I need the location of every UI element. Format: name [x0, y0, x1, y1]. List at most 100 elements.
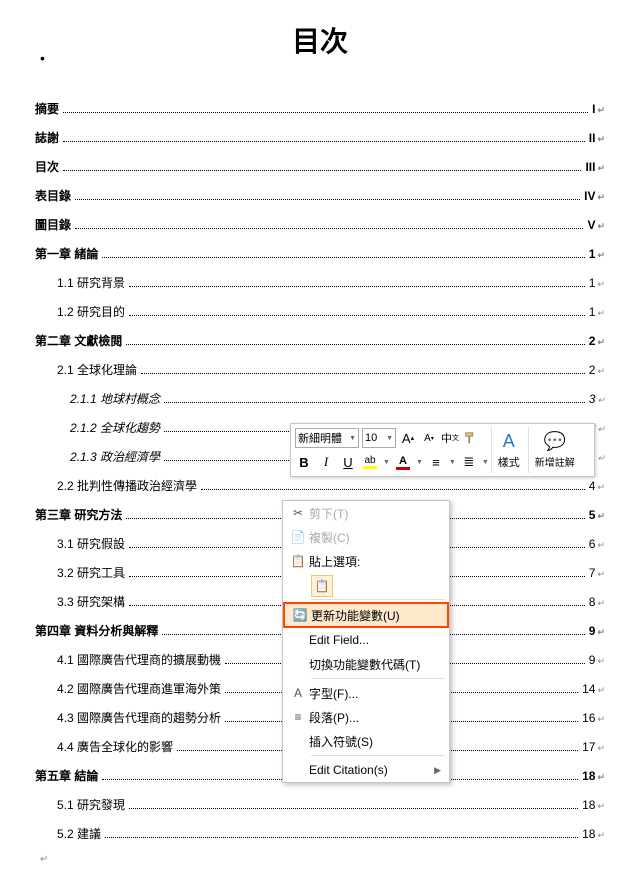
toc-line[interactable]: 5.1 研究發現18↵	[35, 796, 605, 813]
toc-label: 2.1.1 地球村概念	[70, 390, 160, 407]
toc-label: 圖目錄	[35, 216, 71, 233]
font-color-button[interactable]: A	[394, 452, 412, 472]
toc-leader-dots	[63, 141, 585, 142]
toc-line[interactable]: 1.2 研究目的1↵	[35, 303, 605, 320]
toc-line[interactable]: 第二章 文獻檢閱2↵	[35, 332, 605, 349]
underline-button[interactable]: U	[339, 452, 357, 472]
paste-keep-formatting[interactable]: 📋	[311, 575, 333, 597]
toc-label: 5.1 研究發現	[57, 796, 125, 813]
toc-label: 2.2 批判性傳播政治經濟學	[57, 477, 197, 494]
toc-page-number: 7	[589, 566, 596, 580]
toc-leader-dots	[129, 286, 585, 287]
menu-edit-field[interactable]: Edit Field...	[283, 628, 449, 652]
font-name-value: 新細明體	[298, 430, 342, 446]
menu-symbol-label: 插入符號(S)	[309, 733, 441, 750]
toc-line[interactable]: 2.1 全球化理論2↵	[35, 361, 605, 378]
toc-label: 5.2 建議	[57, 825, 101, 842]
paragraph-mark-icon: ↵	[597, 482, 605, 493]
comment-icon: 💬	[544, 431, 566, 452]
comment-label: 新增註解	[535, 454, 575, 469]
toc-page-number: 14	[582, 682, 595, 696]
toc-line[interactable]: 摘要I↵	[35, 100, 605, 117]
toc-label: 誌謝	[35, 129, 59, 146]
bullet-list-button[interactable]: ≡	[427, 452, 445, 472]
menu-update-field[interactable]: 🔄 更新功能變數(U)	[283, 602, 449, 628]
toc-leader-dots	[201, 489, 585, 490]
styles-button[interactable]: A 樣式	[491, 427, 526, 473]
menu-cut[interactable]: ✂ 剪下(T)	[283, 501, 449, 525]
menu-font[interactable]: A 字型(F)...	[283, 681, 449, 705]
new-comment-button[interactable]: 💬 新增註解	[528, 427, 581, 473]
toc-page-number: I	[592, 102, 595, 116]
paragraph-mark-icon: ↵	[597, 279, 605, 290]
toc-leader-dots	[141, 373, 585, 374]
chevron-down-icon[interactable]: ▼	[416, 459, 423, 466]
toc-page-number: 1	[589, 276, 596, 290]
toc-label: 摘要	[35, 100, 59, 117]
toc-line[interactable]: 誌謝II↵	[35, 129, 605, 146]
paragraph-mark: •	[40, 50, 45, 66]
paragraph-mark-icon: ↵	[597, 366, 605, 377]
paragraph-mark-icon: ↵	[597, 627, 605, 638]
menu-insert-symbol[interactable]: 插入符號(S)	[283, 729, 449, 753]
toc-label: 4.4 廣告全球化的影響	[57, 738, 173, 755]
toc-page-number: III	[585, 160, 595, 174]
paragraph-mark-icon: ↵	[597, 337, 605, 348]
font-size-select[interactable]: 10 ▼	[362, 428, 396, 448]
chevron-down-icon[interactable]: ▼	[449, 459, 456, 466]
paragraph-mark-icon: ↵	[597, 453, 605, 464]
menu-toggle-codes-label: 切換功能變數代碼(T)	[309, 656, 441, 673]
paragraph-mark-icon: ↵	[597, 830, 605, 841]
chevron-right-icon: ▶	[434, 765, 441, 776]
page-title: 目次	[20, 20, 620, 60]
toc-page-number: 1	[589, 247, 596, 261]
toc-label: 1.2 研究目的	[57, 303, 125, 320]
toc-line[interactable]: 第一章 緒論 1↵	[35, 245, 605, 262]
toc-line[interactable]: 目次III↵	[35, 158, 605, 175]
menu-separator	[311, 599, 445, 600]
context-menu: ✂ 剪下(T) 📄 複製(C) 📋 貼上選項: 📋 🔄 更新功能變數(U) Ed…	[282, 500, 450, 783]
toc-line[interactable]: 表目錄IV↵	[35, 187, 605, 204]
toc-line[interactable]: 圖目錄V↵	[35, 216, 605, 233]
toc-page-number: 4	[589, 479, 596, 493]
font-name-select[interactable]: 新細明體 ▼	[295, 428, 359, 448]
font-icon: A	[287, 686, 309, 700]
highlight-color-button[interactable]: ab	[361, 452, 379, 472]
chevron-down-icon[interactable]: ▼	[383, 459, 390, 466]
toc-page-number: 3	[589, 392, 596, 406]
paragraph-mark-icon: ↵	[597, 250, 605, 261]
menu-edit-citations[interactable]: Edit Citation(s) ▶	[283, 758, 449, 782]
toc-line[interactable]: 5.2 建議18↵	[35, 825, 605, 842]
toc-page-number: 1	[589, 305, 596, 319]
toc-line[interactable]: 2.2 批判性傳播政治經濟學 4↵	[35, 477, 605, 494]
bold-button[interactable]: B	[295, 452, 313, 472]
italic-button[interactable]: I	[317, 452, 335, 472]
shrink-font-button[interactable]: A▾	[420, 428, 438, 448]
menu-cut-label: 剪下(T)	[309, 505, 441, 522]
clipboard-icon: 📋	[287, 554, 309, 568]
toc-line[interactable]: 2.1.1 地球村概念3↵	[35, 390, 605, 407]
toc-label: 2.1.2 全球化趨勢	[70, 419, 160, 436]
grow-font-button[interactable]: A▴	[399, 428, 417, 448]
toc-label: 第一章 緒論	[35, 245, 98, 262]
menu-paragraph[interactable]: ≡ 段落(P)...	[283, 705, 449, 729]
menu-copy[interactable]: 📄 複製(C)	[283, 525, 449, 549]
numbered-list-button[interactable]: ≣	[460, 452, 478, 472]
toc-line[interactable]: 1.1 研究背景1↵	[35, 274, 605, 291]
paragraph-icon: ≡	[287, 710, 309, 724]
toc-page-number: 8	[589, 595, 596, 609]
toc-leader-dots	[129, 315, 585, 316]
menu-citations-label: Edit Citation(s)	[309, 763, 434, 777]
chevron-down-icon[interactable]: ▼	[482, 459, 489, 466]
menu-toggle-field-codes[interactable]: 切換功能變數代碼(T)	[283, 652, 449, 676]
phonetic-guide-button[interactable]: 中文	[441, 428, 459, 448]
menu-edit-field-label: Edit Field...	[309, 633, 441, 647]
toc-leader-dots	[63, 112, 588, 113]
format-painter-button[interactable]	[462, 428, 480, 448]
menu-paste-label: 貼上選項:	[309, 553, 441, 570]
paragraph-mark-icon: ↵	[597, 598, 605, 609]
paragraph-mark-icon: ↵	[597, 743, 605, 754]
toc-leader-dots	[129, 808, 578, 809]
toc-leader-dots	[164, 402, 585, 403]
toc-label: 4.1 國際廣告代理商的擴展動機	[57, 651, 221, 668]
